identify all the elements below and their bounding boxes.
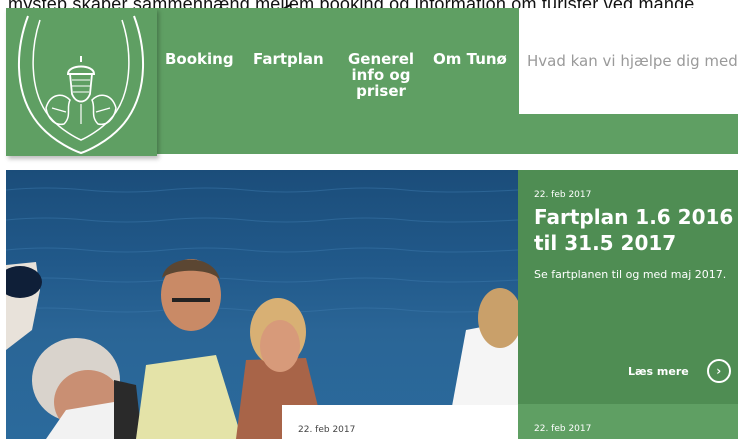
search-container [519, 8, 738, 114]
news-card-date: 22. feb 2017 [298, 425, 356, 435]
nav-item-generel-info-label: Generel info og priser [347, 50, 415, 100]
main-navigation: Booking Fartplan Generel info og priser … [157, 8, 519, 154]
news-title[interactable]: Fartplan 1.6 2016 til 31.5 2017 [534, 204, 738, 256]
site-logo[interactable] [6, 8, 157, 156]
search-input[interactable] [527, 48, 738, 74]
nav-item-om-tuno[interactable]: Om Tunø [433, 51, 507, 67]
search-divider-strip [519, 114, 738, 154]
read-more-link[interactable]: Læs mere › [628, 359, 731, 383]
acorn-crest-icon [17, 15, 145, 155]
chevron-right-circle-icon[interactable]: › [706, 359, 731, 383]
news-panel[interactable]: 22. feb 2017 Fartplan 1.6 2016 til 31.5 … [518, 170, 738, 404]
news-card-preview[interactable]: 22. feb 2017 [282, 405, 518, 439]
nav-item-booking[interactable]: Booking [165, 51, 234, 67]
news-date: 22. feb 2017 [534, 190, 592, 200]
news-text: Se fartplanen til og med maj 2017. [534, 268, 727, 281]
news-panel-secondary[interactable]: 22. feb 2017 [518, 404, 738, 439]
read-more-label: Læs mere [628, 364, 689, 378]
nav-item-fartplan[interactable]: Fartplan [253, 51, 324, 67]
nav-item-generel-info[interactable]: Generel info og priser [341, 51, 421, 99]
annotation-caption: mystep skaber sammenhæng mellem booking … [8, 0, 738, 8]
hero-image[interactable] [6, 170, 518, 439]
people-on-ferry-deck-photo [6, 187, 518, 439]
news-date-secondary: 22. feb 2017 [534, 424, 592, 434]
